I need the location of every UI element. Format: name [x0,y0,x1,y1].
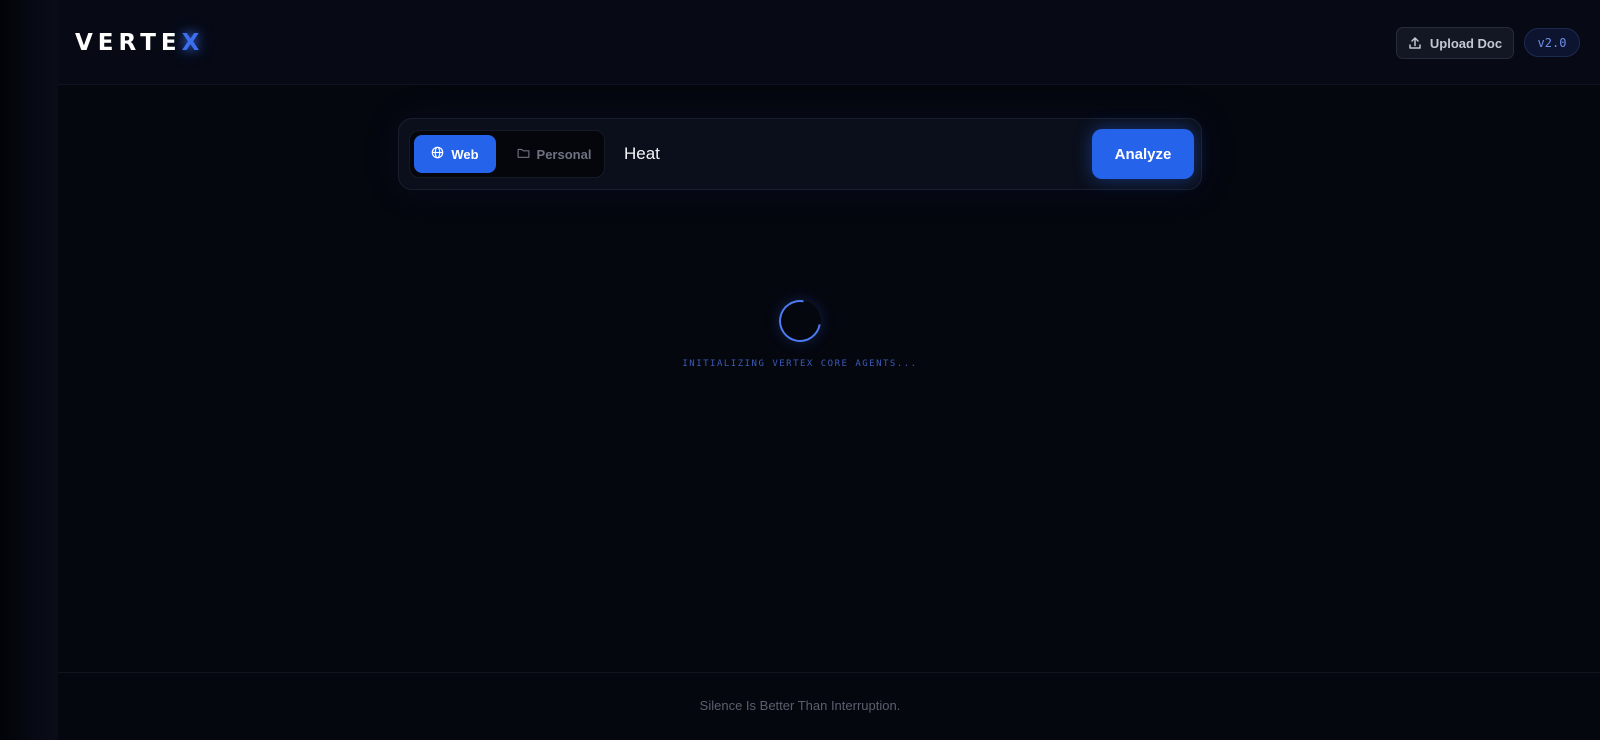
upload-doc-button[interactable]: Upload Doc [1396,27,1514,59]
mode-web-button[interactable]: Web [414,135,496,173]
mode-personal-button[interactable]: Personal [506,135,602,173]
upload-doc-label: Upload Doc [1429,35,1503,51]
query-input[interactable] [624,137,1064,171]
mode-personal-label: Personal [536,146,592,162]
folder-icon [517,147,530,162]
logo-main-text: VERTE [75,30,182,56]
mode-web-label: Web [451,146,479,162]
search-bar: Web Personal Analyze [398,118,1202,190]
top-header: VERTEX Upload Doc v2.0 [58,0,1600,85]
mode-toggle: Web Personal [409,130,605,178]
loading-status-text: INITIALIZING VERTEX CORE AGENTS... [682,359,918,369]
analyze-button[interactable]: Analyze [1092,129,1194,179]
upload-icon [1408,36,1422,50]
footer-divider [58,672,1600,673]
footer-tagline: Silence Is Better Than Interruption. [699,698,901,713]
version-badge: v2.0 [1524,28,1580,57]
globe-icon [431,146,444,162]
loading-spinner [770,291,830,351]
logo-accent-letter: X [181,30,205,56]
vertex-logo[interactable]: VERTEX [75,28,204,58]
left-rail [0,0,58,740]
